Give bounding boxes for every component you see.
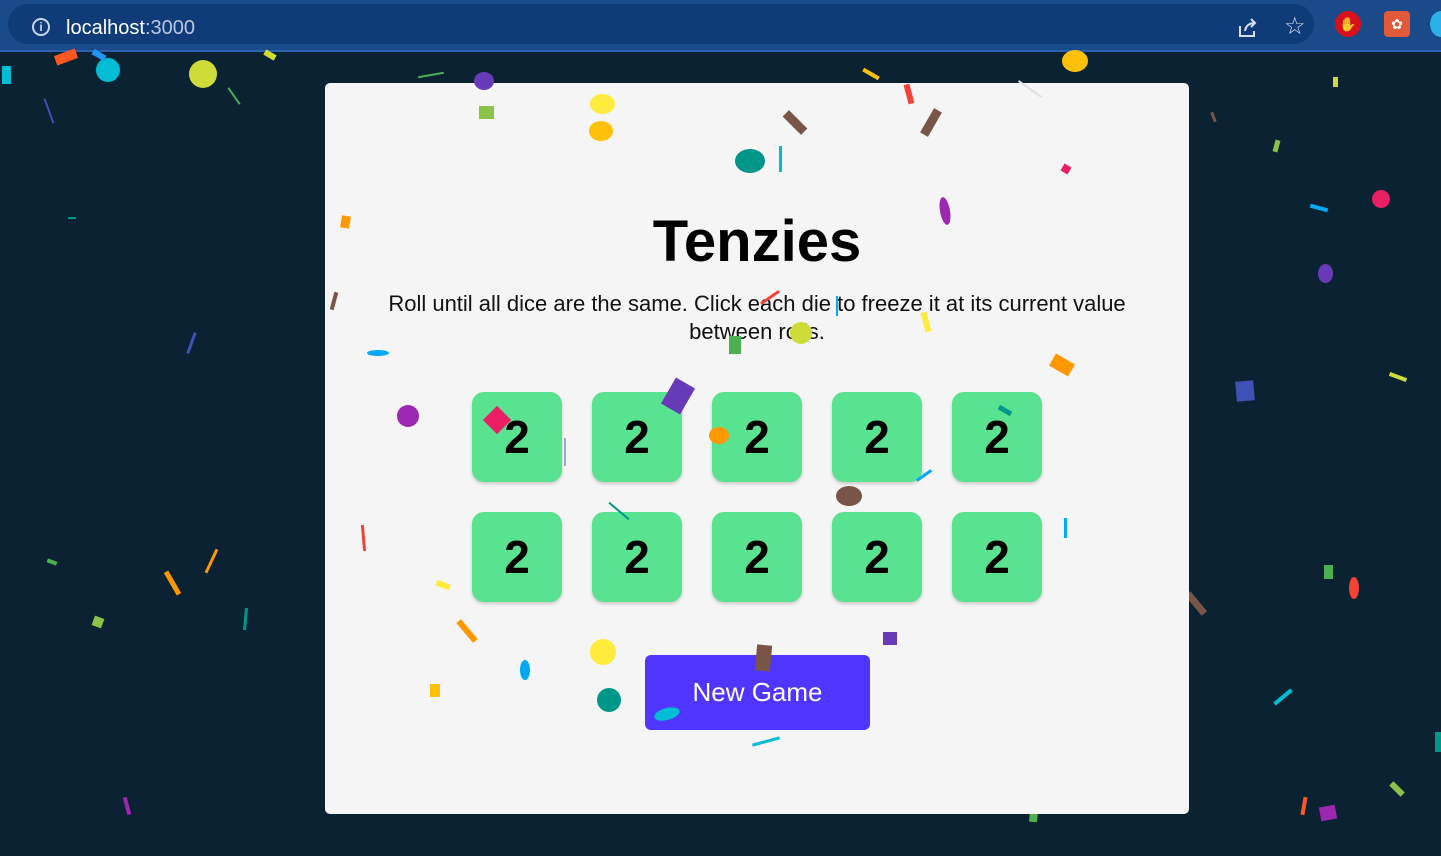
confetti-piece [1062,50,1088,72]
confetti-piece [163,570,182,596]
confetti-piece [122,796,132,816]
die[interactable]: 2 [952,392,1042,482]
confetti-piece [227,87,241,105]
confetti-piece [68,217,76,219]
confetti-piece [1273,688,1293,706]
info-icon[interactable]: i [32,18,50,36]
dice-grid: 2 2 2 2 2 2 2 2 2 2 [472,392,1042,602]
browser-toolbar: i localhost:3000 ☆ ✋ ✿ [0,0,1441,52]
extension-stop-icon[interactable]: ✋ [1335,11,1361,37]
confetti-piece [1435,732,1441,752]
die[interactable]: 2 [712,512,802,602]
die[interactable]: 2 [832,392,922,482]
confetti-piece [1389,781,1405,797]
confetti-piece [46,558,58,566]
die[interactable]: 2 [712,392,802,482]
die[interactable]: 2 [472,512,562,602]
new-game-button[interactable]: New Game [645,655,870,730]
confetti-piece [1318,804,1338,822]
die[interactable]: 2 [592,512,682,602]
confetti-piece [186,332,197,354]
confetti-piece [1272,139,1281,153]
instructions-text: Roll until all dice are the same. Click … [388,291,1126,344]
confetti-piece [1318,264,1333,283]
die[interactable]: 2 [472,392,562,482]
confetti-piece [43,98,55,124]
confetti-piece [1210,111,1217,123]
page-title: Tenzies [652,209,862,274]
confetti-piece [243,607,248,631]
address-bar[interactable]: i localhost:3000 ☆ [8,4,1314,44]
confetti-piece [418,71,444,79]
confetti-piece [1300,796,1308,816]
confetti-piece [1333,77,1338,87]
die[interactable]: 2 [592,392,682,482]
confetti-piece [1324,565,1333,579]
star-icon[interactable]: ☆ [1284,15,1306,39]
confetti-piece [1309,203,1329,213]
confetti-piece [204,548,219,574]
confetti-piece [2,66,11,84]
share-icon[interactable] [1236,16,1260,40]
extension-blue-icon[interactable] [1430,11,1441,37]
game-card: Tenzies Roll until all dice are the same… [325,83,1189,814]
die[interactable]: 2 [952,512,1042,602]
confetti-piece [1349,577,1359,599]
url-port: :3000 [144,17,195,39]
confetti-piece [96,58,120,82]
die[interactable]: 2 [832,512,922,602]
url-text[interactable]: localhost:3000 [66,17,195,40]
confetti-piece [1372,190,1390,208]
confetti-piece [1388,372,1408,382]
confetti-piece [91,615,105,629]
confetti-piece [1235,380,1255,402]
url-host: localhost [66,17,145,39]
confetti-piece [189,60,217,88]
extension-puzzle-icon[interactable]: ✿ [1384,11,1410,37]
confetti-piece [862,67,880,81]
